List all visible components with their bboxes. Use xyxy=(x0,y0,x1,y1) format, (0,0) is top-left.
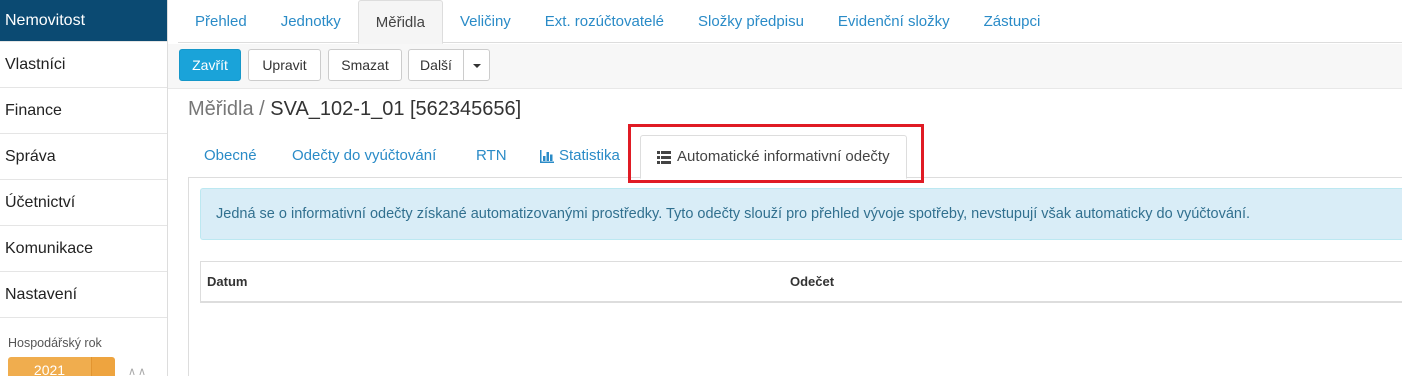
column-header-datum[interactable]: Datum xyxy=(207,262,247,302)
more-dropdown-button[interactable] xyxy=(463,49,490,81)
tab-odecty-do-vyuctovani[interactable]: Odečty do vyúčtování xyxy=(292,134,436,178)
more-button[interactable]: Další xyxy=(408,49,464,81)
sidebar-item-vlastnici[interactable]: Vlastníci xyxy=(0,42,167,88)
edit-button[interactable]: Upravit xyxy=(248,49,321,81)
sidebar-item-sprava[interactable]: Správa xyxy=(0,134,167,180)
bar-chart-icon xyxy=(540,149,554,163)
tab-zastupci[interactable]: Zástupci xyxy=(967,0,1058,43)
chevron-up-icon[interactable]: ∧∧ xyxy=(128,365,148,376)
sidebar: Nemovitost Vlastníci Finance Správa Účet… xyxy=(0,0,168,376)
tab-content: Jedná se o informativní odečty získané a… xyxy=(188,178,1402,376)
top-tabs: Přehled Jednotky Měřidla Veličiny Ext. r… xyxy=(178,0,1402,44)
sidebar-item-nastaveni[interactable]: Nastavení xyxy=(0,272,167,318)
sidebar-item-finance[interactable]: Finance xyxy=(0,88,167,134)
sidebar-item-ucetnictvi[interactable]: Účetnictví xyxy=(0,180,167,226)
breadcrumb-current: SVA_102-1_01 [562345656] xyxy=(270,98,522,120)
breadcrumb: Měřidla / SVA_102-1_01 [562345656] xyxy=(188,98,521,121)
tab-rtn[interactable]: RTN xyxy=(476,134,507,178)
tab-evidencni-slozky[interactable]: Evidenční složky xyxy=(821,0,967,43)
column-header-odecet[interactable]: Odečet xyxy=(790,262,834,302)
sidebar-item-komunikace[interactable]: Komunikace xyxy=(0,226,167,272)
close-button[interactable]: Zavřít xyxy=(179,49,241,81)
highlight-box xyxy=(628,124,924,183)
caret-down-icon xyxy=(472,64,481,69)
toolbar: Zavřít Upravit Smazat Další xyxy=(168,44,1402,89)
tab-prehled[interactable]: Přehled xyxy=(178,0,264,43)
fiscal-year-label: Hospodářský rok xyxy=(8,336,102,350)
sidebar-item-nemovitost[interactable]: Nemovitost xyxy=(0,0,167,42)
breadcrumb-parent[interactable]: Měřidla / xyxy=(188,98,265,120)
fiscal-year-button[interactable]: 2021 xyxy=(8,357,91,376)
tab-ext-rozuctovatele[interactable]: Ext. rozúčtovatelé xyxy=(528,0,681,43)
fiscal-year-dropdown-button[interactable] xyxy=(91,357,115,376)
info-alert: Jedná se o informativní odečty získané a… xyxy=(200,188,1402,240)
fiscal-year-section: Hospodářský rok 2021 ∧∧ xyxy=(8,336,148,376)
tab-statistika[interactable]: Statistika xyxy=(540,134,620,178)
tab-jednotky[interactable]: Jednotky xyxy=(264,0,358,43)
readings-table: Datum Odečet xyxy=(200,261,1402,303)
fiscal-year-control: 2021 ∧∧ xyxy=(8,357,148,376)
tab-meridla[interactable]: Měřidla xyxy=(357,0,443,44)
delete-button[interactable]: Smazat xyxy=(328,49,402,81)
tab-obecne[interactable]: Obecné xyxy=(204,134,257,178)
tab-statistika-label: Statistika xyxy=(559,147,620,164)
tab-slozky-predpisu[interactable]: Složky předpisu xyxy=(681,0,821,43)
tab-veliciny[interactable]: Veličiny xyxy=(443,0,528,43)
